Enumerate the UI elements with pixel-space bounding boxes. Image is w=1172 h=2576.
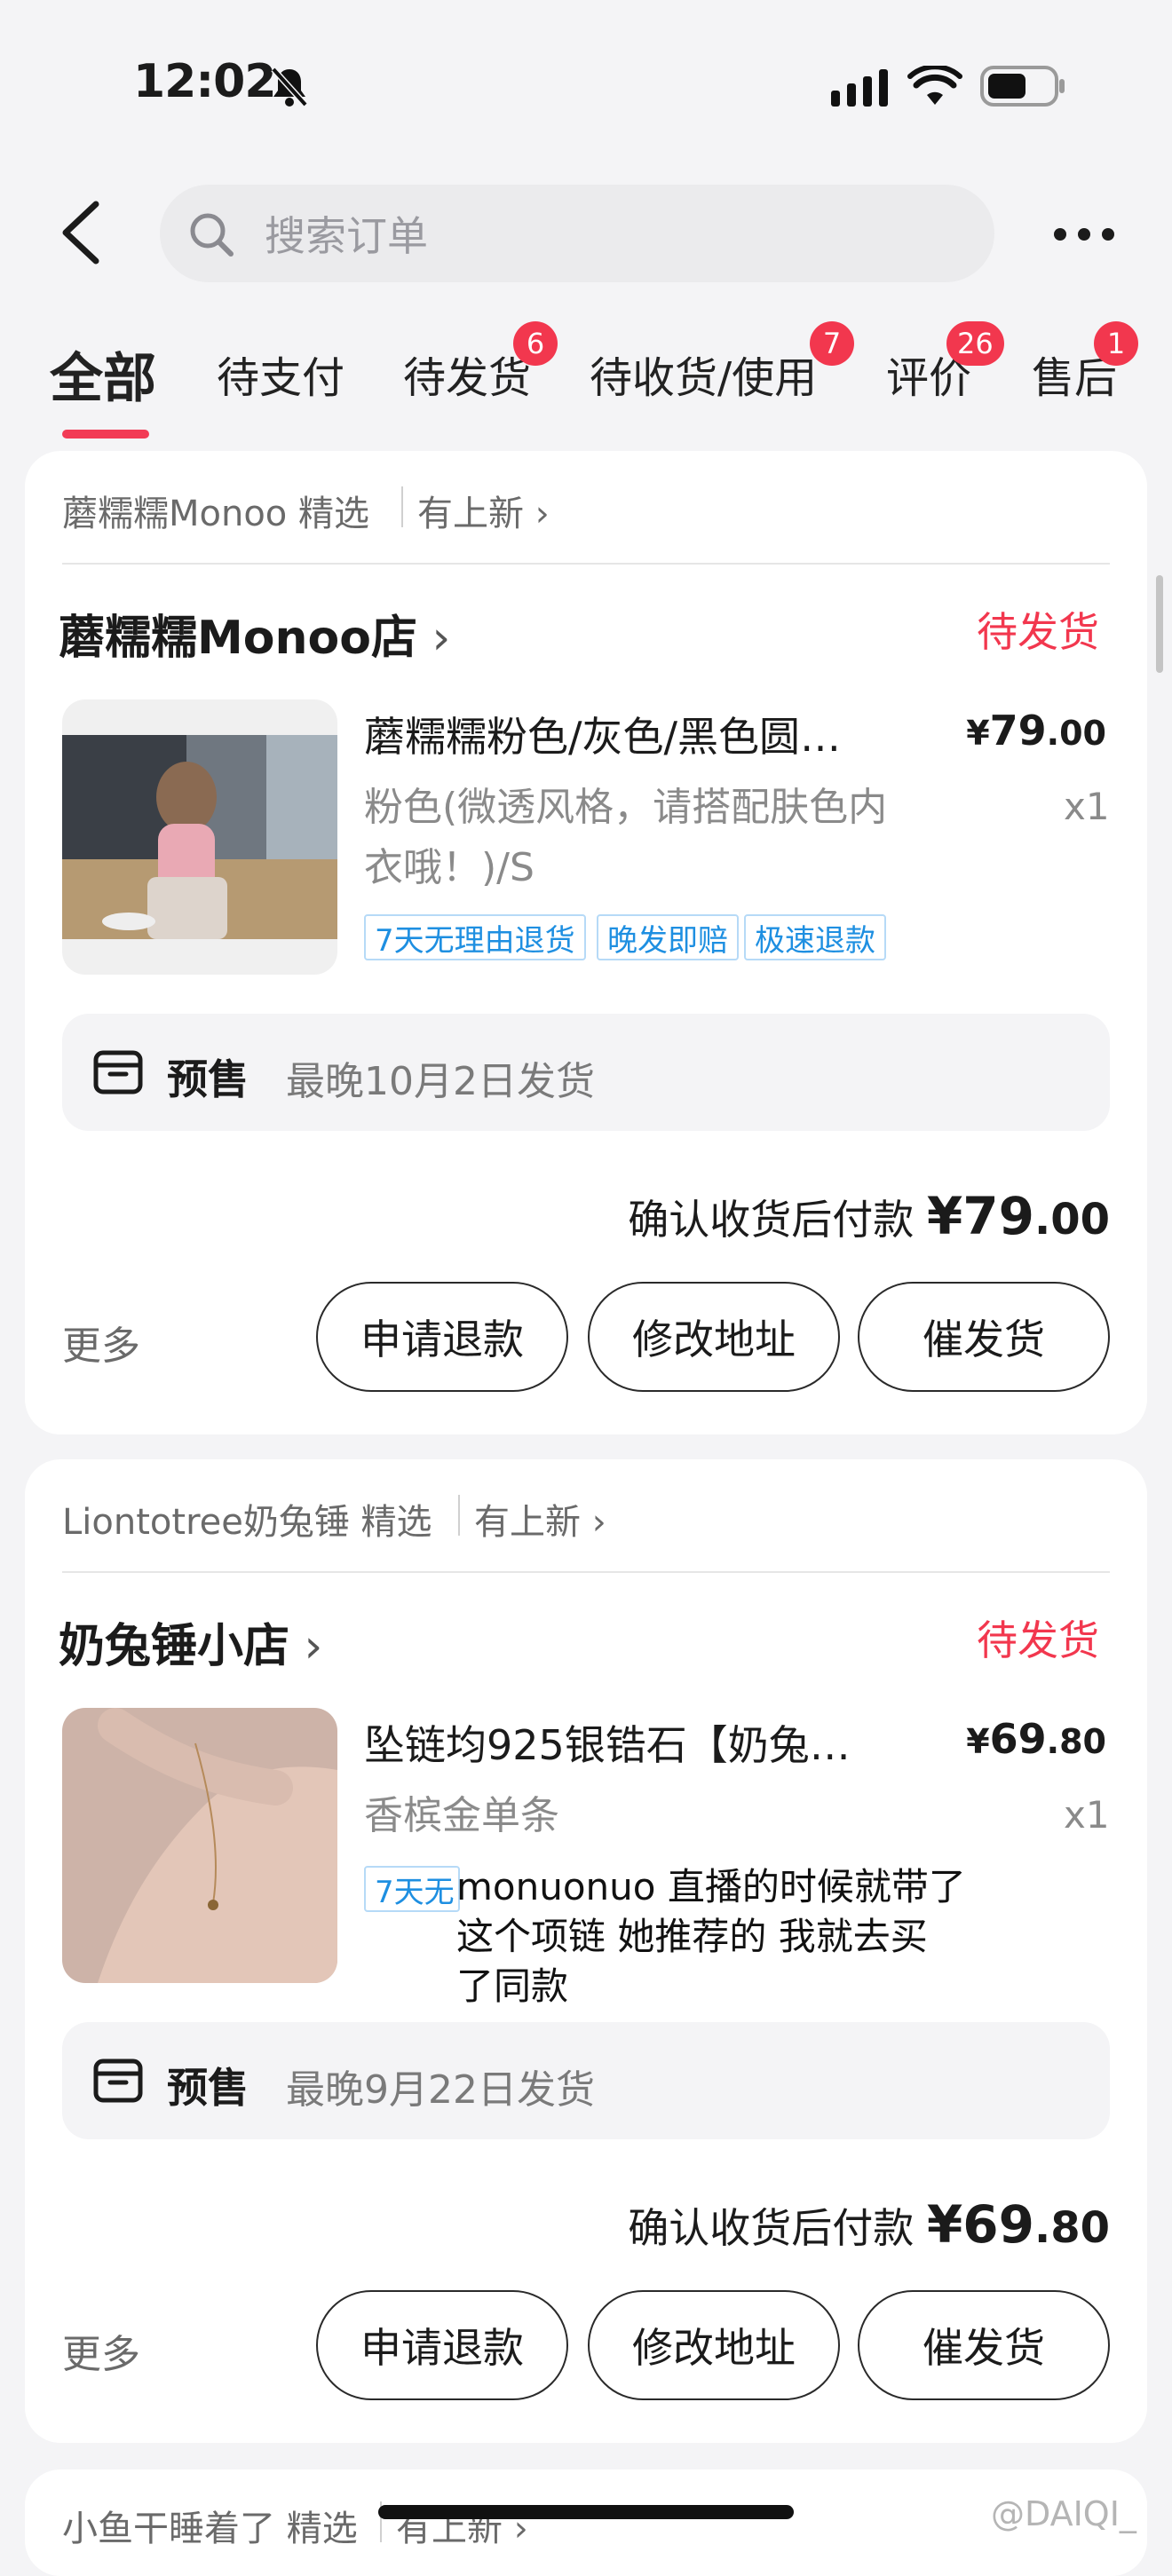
shop-source-label: 小鱼干睡着了 精选 [62, 2509, 358, 2549]
overlay-caption: monuonuo 直播的时候就带了 这个项链 她推荐的 我就去买 了同款 [456, 1865, 966, 2008]
product-quantity: x1 [1064, 1793, 1110, 1837]
presale-label: 预售 [167, 1055, 249, 1103]
order-total: 确认收货后付款 ¥79.00 [628, 1186, 1110, 1246]
service-tag: 7天无理由退货 [364, 914, 586, 960]
cellular-signal-icon [831, 69, 888, 107]
source-separator [401, 486, 403, 527]
watermark: @DAIQI_ [991, 2494, 1136, 2533]
tab-badge: 6 [513, 321, 558, 366]
presale-ship-date: 最晚10月2日发货 [286, 1059, 595, 1104]
service-tag: 7天无 [364, 1866, 460, 1912]
presale-ship-date: 最晚9月22日发货 [286, 2067, 595, 2113]
more-link[interactable]: 更多 [62, 1314, 140, 1371]
service-tag: 极速退款 [744, 914, 886, 960]
urge-shipment-button[interactable]: 催发货 [858, 2290, 1110, 2400]
product-photo [62, 735, 337, 939]
product-price: ¥69.80 [966, 1715, 1106, 1763]
package-icon [93, 2058, 143, 2103]
tab-pending-receipt[interactable]: 待收货/使用 [590, 343, 817, 405]
tab-active-indicator [62, 430, 149, 439]
bell-muted-icon [271, 67, 308, 107]
product-photo [62, 1708, 337, 1983]
product-title[interactable]: 蘑糯糯粉色/灰色/黑色圆… [364, 705, 897, 763]
order-status: 待发货 [977, 608, 1099, 656]
divider [62, 563, 1110, 565]
source-separator [458, 1495, 460, 1536]
urge-shipment-button[interactable]: 催发货 [858, 1282, 1110, 1392]
tab-badge: 7 [810, 321, 854, 366]
battery-icon [980, 66, 1065, 107]
presale-label: 预售 [167, 2064, 249, 2112]
home-indicator[interactable] [378, 2505, 794, 2519]
product-thumbnail[interactable] [62, 1708, 337, 1983]
tab-badge: 26 [946, 321, 1004, 366]
package-icon [93, 1050, 143, 1094]
divider [62, 1571, 1110, 1573]
chevron-right-icon: › [416, 612, 451, 665]
wifi-icon [907, 66, 962, 105]
shop-name[interactable]: 蘑糯糯Monoo店 › [59, 600, 450, 667]
service-tag: 晚发即赔 [597, 914, 739, 960]
tab-pending-payment[interactable]: 待支付 [217, 343, 344, 405]
shop-name[interactable]: 奶兔锤小店 › [59, 1608, 322, 1675]
product-spec: 香槟金单条 [364, 1793, 559, 1838]
order-total: 确认收货后付款 ¥69.80 [628, 2194, 1110, 2255]
product-price: ¥79.00 [966, 707, 1106, 755]
request-refund-button[interactable]: 申请退款 [316, 2290, 568, 2400]
chevron-right-icon: › [289, 1620, 323, 1673]
product-title[interactable]: 坠链均925银锆石【奶兔… [364, 1713, 897, 1772]
more-link[interactable]: 更多 [62, 2322, 140, 2379]
product-thumbnail[interactable] [62, 699, 337, 975]
more-options-icon[interactable] [1053, 227, 1115, 241]
search-placeholder[interactable]: 搜索订单 [265, 204, 428, 263]
tab-badge: 1 [1094, 321, 1138, 366]
change-address-button[interactable]: 修改地址 [588, 2290, 840, 2400]
shop-source-label: 蘑糯糯Monoo 精选 [62, 494, 369, 534]
scrollbar-thumb[interactable] [1156, 575, 1163, 673]
request-refund-button[interactable]: 申请退款 [316, 1282, 568, 1392]
chevron-right-icon: › [524, 494, 550, 534]
tab-all[interactable]: 全部 [50, 336, 156, 413]
change-address-button[interactable]: 修改地址 [588, 1282, 840, 1392]
product-quantity: x1 [1064, 785, 1110, 828]
new-arrivals-link[interactable]: 有上新 › [417, 485, 550, 536]
status-time: 12:02 [133, 55, 277, 108]
back-icon[interactable] [55, 197, 108, 268]
product-spec: 粉色(微透风格，请搭配肤色内 衣哦！)/S [364, 785, 888, 890]
search-icon [190, 213, 234, 257]
tab-pending-shipment[interactable]: 待发货 [403, 343, 531, 405]
shop-source-label: Liontotree奶兔锤 精选 [62, 1502, 432, 1543]
new-arrivals-link[interactable]: 有上新 › [474, 1493, 606, 1545]
order-status: 待发货 [977, 1616, 1099, 1664]
chevron-right-icon: › [581, 1502, 606, 1543]
